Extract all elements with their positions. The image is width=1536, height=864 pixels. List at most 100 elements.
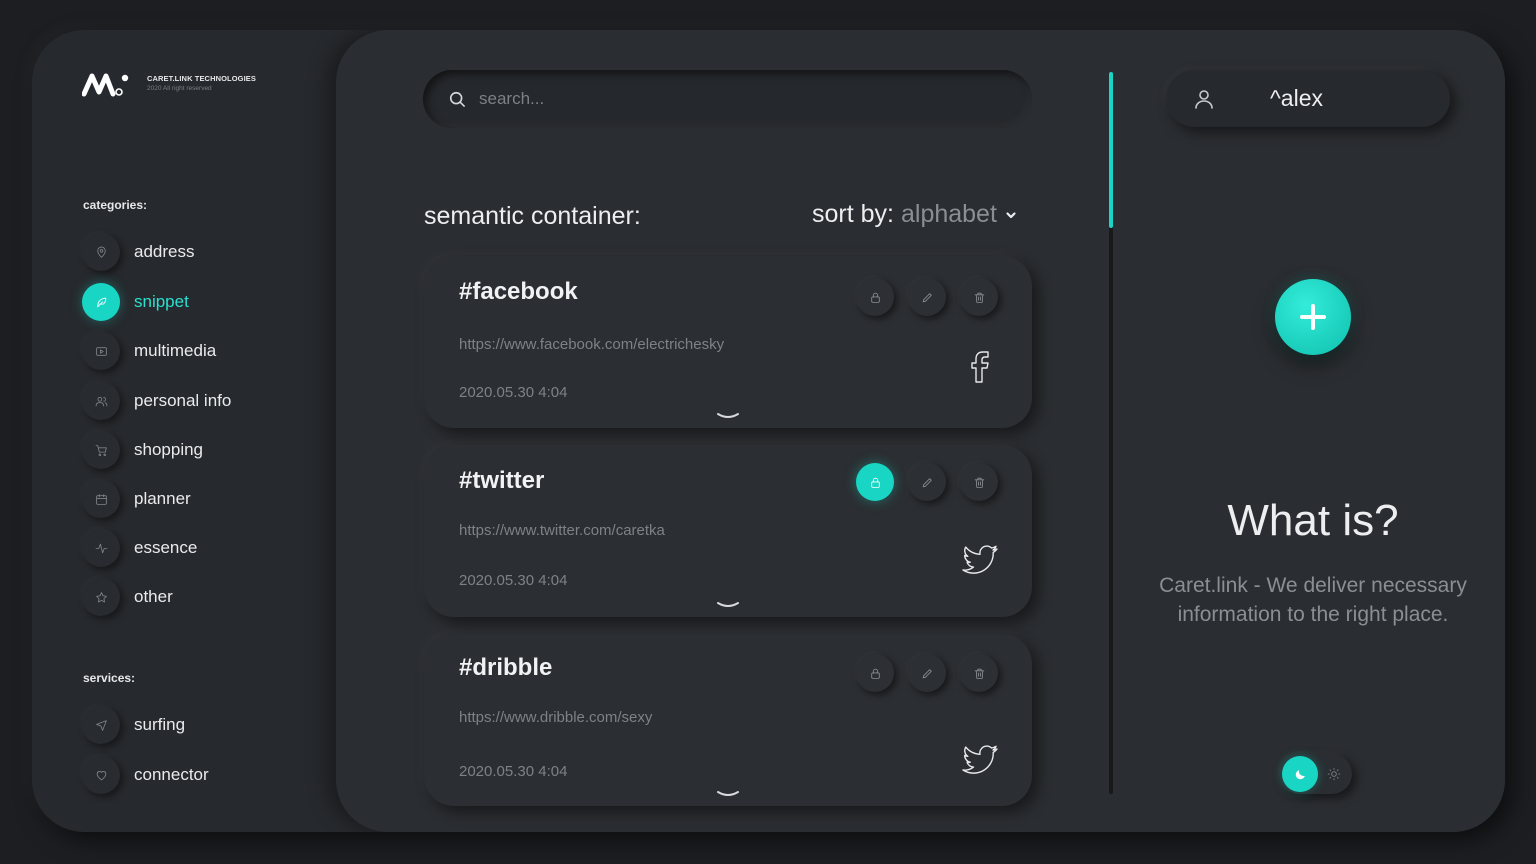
sun-icon xyxy=(1327,767,1341,781)
theme-toggle[interactable] xyxy=(1280,754,1352,794)
card-title: #dribble xyxy=(459,654,553,681)
moon-icon xyxy=(1295,769,1305,779)
sidebar: CARET.LINK TECHNOLOGIES 2020 All right r… xyxy=(32,30,337,832)
main-panel: semantic container: sort by: alphabet #f… xyxy=(336,30,1505,832)
lock-button[interactable] xyxy=(856,654,894,692)
trash-icon xyxy=(974,668,984,679)
scrollbar-thumb[interactable] xyxy=(1109,72,1113,228)
edit-button[interactable] xyxy=(908,278,946,316)
lock-button[interactable] xyxy=(856,463,894,501)
twitter-icon xyxy=(960,740,1000,780)
users-icon xyxy=(82,382,120,420)
card-url[interactable]: https://www.dribble.com/sexy xyxy=(459,709,652,726)
sort-dropdown[interactable]: sort by: alphabet xyxy=(812,200,1017,229)
chevron-down-icon xyxy=(717,791,739,796)
snippet-card-twitter[interactable]: #twitter https://www.twitter.com/caretka… xyxy=(424,445,1032,617)
plus-icon xyxy=(1300,304,1326,330)
card-date: 2020.05.30 4:04 xyxy=(459,572,568,589)
lock-button[interactable] xyxy=(856,278,894,316)
snippet-card-facebook[interactable]: #facebook https://www.facebook.com/elect… xyxy=(424,256,1032,428)
twitter-icon xyxy=(960,540,1000,580)
theme-toggle-knob xyxy=(1282,756,1318,792)
card-url[interactable]: https://www.twitter.com/caretka xyxy=(459,522,665,539)
app-window: CARET.LINK TECHNOLOGIES 2020 All right r… xyxy=(32,30,1505,832)
copyright: 2020 All right reserved xyxy=(147,85,212,92)
trash-icon xyxy=(974,477,984,488)
user-name: ^alex xyxy=(1270,85,1323,111)
edit-button[interactable] xyxy=(908,463,946,501)
sidebar-item-label: shopping xyxy=(134,440,204,459)
sidebar-item-label: planner xyxy=(134,489,191,508)
snippet-card-dribble[interactable]: #dribble https://www.dribble.com/sexy 20… xyxy=(424,634,1032,806)
sidebar-item-label: personal info xyxy=(134,391,232,410)
info-title: What is? xyxy=(1227,496,1399,545)
sidebar-item-label: connector xyxy=(134,765,209,784)
search-bar[interactable] xyxy=(423,70,1032,128)
sidebar-item-snippet[interactable]: snippet xyxy=(82,282,189,322)
sidebar-item-multimedia[interactable]: multimedia xyxy=(82,331,216,371)
user-profile-button[interactable]: ^alex xyxy=(1166,70,1450,127)
sidebar-item-label: snippet xyxy=(134,292,189,311)
search-input[interactable] xyxy=(479,89,999,109)
delete-button[interactable] xyxy=(960,654,998,692)
card-date: 2020.05.30 4:04 xyxy=(459,384,568,401)
sidebar-item-other[interactable]: other xyxy=(82,577,173,617)
card-actions xyxy=(856,278,998,316)
sidebar-item-label: multimedia xyxy=(134,341,217,360)
sort-label: sort by: xyxy=(812,200,894,228)
sidebar-item-shopping[interactable]: shopping xyxy=(82,430,203,470)
edit-button[interactable] xyxy=(908,654,946,692)
sidebar-item-surfing[interactable]: surfing xyxy=(82,705,185,745)
chevron-down-icon xyxy=(1006,211,1016,218)
heart-icon xyxy=(82,756,120,794)
sidebar-item-label: address xyxy=(134,242,195,261)
lock-icon xyxy=(870,292,880,303)
activity-icon xyxy=(82,529,120,567)
pencil-icon xyxy=(922,292,932,302)
star-icon xyxy=(82,578,120,616)
add-snippet-button[interactable] xyxy=(1275,279,1351,355)
map-pin-icon xyxy=(82,233,120,271)
card-actions xyxy=(856,463,998,501)
delete-button[interactable] xyxy=(960,463,998,501)
expand-chevron[interactable] xyxy=(716,597,740,607)
sort-value: alphabet xyxy=(900,200,997,228)
pencil-icon xyxy=(922,668,932,678)
sidebar-item-connector[interactable]: connector xyxy=(82,755,209,795)
sidebar-item-personal-info[interactable]: personal info xyxy=(82,381,231,421)
navigation-icon xyxy=(82,706,120,744)
sidebar-item-label: other xyxy=(134,587,173,606)
user-icon xyxy=(1195,89,1213,109)
sidebar-item-planner[interactable]: planner xyxy=(82,479,191,519)
card-url[interactable]: https://www.facebook.com/electrichesky xyxy=(459,336,724,353)
expand-chevron[interactable] xyxy=(716,408,740,418)
chevron-down-icon xyxy=(717,602,739,607)
sidebar-item-address[interactable]: address xyxy=(82,232,194,272)
pencil-icon xyxy=(922,477,932,487)
expand-chevron[interactable] xyxy=(716,786,740,796)
delete-button[interactable] xyxy=(960,278,998,316)
page-title: semantic container: xyxy=(424,202,641,230)
calendar-icon xyxy=(82,480,120,518)
card-title: #twitter xyxy=(459,467,545,494)
company-name: CARET.LINK TECHNOLOGIES xyxy=(147,74,256,83)
info-text: Caret.link - We deliver necessary inform… xyxy=(1159,574,1467,626)
lock-icon xyxy=(870,668,880,679)
card-actions xyxy=(856,654,998,692)
feather-icon xyxy=(82,283,120,321)
search-icon xyxy=(449,91,465,107)
logo-text: CARET.LINK TECHNOLOGIES 2020 All right r… xyxy=(147,74,256,92)
trash-icon xyxy=(974,292,984,303)
facebook-icon xyxy=(960,346,1000,386)
cart-icon xyxy=(82,431,120,469)
categories-label: categories: xyxy=(83,198,148,212)
services-label: services: xyxy=(83,671,136,685)
lock-icon xyxy=(870,477,880,488)
sidebar-item-essence[interactable]: essence xyxy=(82,528,197,568)
caret-link-logo-icon xyxy=(81,70,130,98)
card-date: 2020.05.30 4:04 xyxy=(459,763,568,780)
sidebar-item-label: essence xyxy=(134,538,198,557)
scrollbar[interactable] xyxy=(1109,72,1113,794)
card-title: #facebook xyxy=(459,278,578,305)
sidebar-item-label: surfing xyxy=(134,715,186,734)
